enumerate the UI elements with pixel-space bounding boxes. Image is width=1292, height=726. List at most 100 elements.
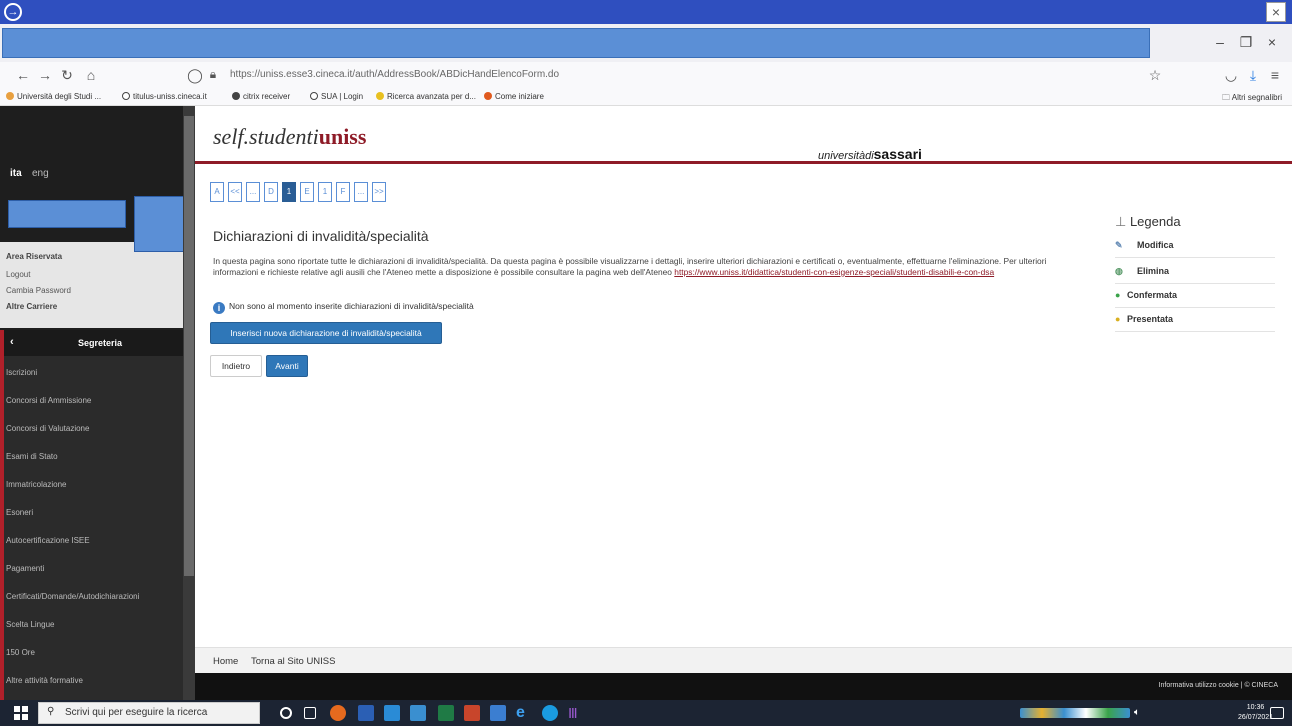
clock-time: 10:36 <box>1246 704 1265 711</box>
menu-section-header[interactable]: ‹ Segreteria <box>0 330 183 356</box>
page-link[interactable]: 1 <box>318 182 332 202</box>
yellow-dot-icon: ● <box>1115 314 1121 324</box>
ateneo-link[interactable]: https://www.uniss.it/didattica/studenti-… <box>674 267 994 277</box>
home-link[interactable]: Home <box>213 656 238 667</box>
edge-icon[interactable] <box>542 705 558 721</box>
uniss-site-link[interactable]: Torna al Sito UNISS <box>251 656 335 667</box>
back-button[interactable]: Indietro <box>210 355 262 377</box>
back-icon[interactable]: ← <box>14 67 32 83</box>
page-link[interactable]: >> <box>372 182 386 202</box>
explorer-icon[interactable] <box>410 705 426 721</box>
menu-item-certificati[interactable]: Certificati/Domande/Autodichiarazioni <box>6 592 176 601</box>
bookmark-item[interactable]: Università degli Studi ... <box>6 92 101 101</box>
forward-icon[interactable]: → <box>36 67 54 83</box>
menu-item-isee[interactable]: Autocertificazione ISEE <box>6 536 176 545</box>
page-link[interactable]: A <box>210 182 224 202</box>
cookie-link[interactable]: Informativa utilizzo cookie | © CINECA <box>1159 682 1278 689</box>
bookmark-item[interactable]: Ricerca avanzata per d... <box>376 92 476 101</box>
legend-item-modifica: ✎ Modifica <box>1115 234 1275 258</box>
info-text: Non sono al momento inserite dichiarazio… <box>229 301 474 311</box>
page-link[interactable]: << <box>228 182 242 202</box>
chevron-left-icon[interactable]: ‹ <box>10 336 14 348</box>
cortana-icon[interactable] <box>280 707 292 719</box>
tray-icons[interactable] <box>1020 708 1130 718</box>
menu-item-esami-stato[interactable]: Esami di Stato <box>6 452 176 461</box>
pocket-icon[interactable]: ◡ <box>1222 67 1240 84</box>
redacted-user-photo <box>134 196 184 252</box>
firefox-icon[interactable] <box>330 705 346 721</box>
notification-icon[interactable] <box>1270 707 1284 719</box>
menu-icon[interactable]: ≡ <box>1266 67 1284 83</box>
bookmark-icon <box>6 92 14 100</box>
lang-eng[interactable]: eng <box>32 168 49 179</box>
excel-icon[interactable] <box>438 705 454 721</box>
logout-link[interactable]: Logout <box>6 270 30 279</box>
next-button[interactable]: Avanti <box>266 355 308 377</box>
powerpoint-icon[interactable] <box>464 705 480 721</box>
bookmark-item[interactable]: SUA | Login <box>310 92 363 101</box>
menu-item-concorsi-ammissione[interactable]: Concorsi di Ammissione <box>6 396 176 405</box>
clock[interactable]: 10:36 26/07/2021 <box>1238 703 1273 723</box>
close-button[interactable]: × <box>1266 2 1286 22</box>
star-icon[interactable]: ☆ <box>1146 67 1164 84</box>
page-link[interactable]: E <box>300 182 314 202</box>
page-link[interactable]: D <box>264 182 278 202</box>
change-password-link[interactable]: Cambia Password <box>6 286 71 295</box>
legend-item-presentata: ● Presentata <box>1115 308 1275 332</box>
scrollbar-thumb[interactable] <box>184 116 194 576</box>
edge-legacy-icon[interactable]: e <box>516 705 532 721</box>
taskbar-search[interactable]: ⚲ Scrivi qui per eseguire la ricerca <box>38 702 260 724</box>
uni-prefix: universitàdi <box>818 150 874 162</box>
library-icon[interactable]: Ⅲ <box>568 705 584 721</box>
menu-item-esoneri[interactable]: Esoneri <box>6 508 176 517</box>
intro-text: In questa pagina sono riportate tutte le… <box>213 256 1093 278</box>
page-link[interactable]: F <box>336 182 350 202</box>
other-careers-link[interactable]: Altre Carriere <box>6 302 57 311</box>
menu-item-pagamenti[interactable]: Pagamenti <box>6 564 176 573</box>
store-icon[interactable] <box>490 705 506 721</box>
bookmark-item[interactable]: Come iniziare <box>484 92 544 101</box>
info-icon: i <box>213 302 225 314</box>
mail-icon[interactable] <box>384 705 400 721</box>
menu-item-altre-attivita[interactable]: Altre attività formative <box>6 676 176 685</box>
app-icon: → <box>4 3 22 21</box>
home-icon[interactable]: ⌂ <box>82 67 100 83</box>
other-bookmarks[interactable]: 🗀 Altri segnalibri <box>1222 92 1282 106</box>
sidebar-scrollbar[interactable] <box>183 106 195 700</box>
new-declaration-button[interactable]: Inserisci nuova dichiarazione di invalid… <box>210 322 442 344</box>
uni-name: sassari <box>873 146 922 162</box>
url-field[interactable]: https://uniss.esse3.cineca.it/auth/Addre… <box>230 69 559 80</box>
download-icon[interactable]: ⤓ <box>1244 67 1262 84</box>
close-icon[interactable]: × <box>1262 34 1282 50</box>
area-title: Area Riservata <box>6 252 63 261</box>
minimize-icon[interactable]: – <box>1210 34 1230 50</box>
shield-icon[interactable]: ◯ <box>186 67 204 84</box>
menu-item-iscrizioni[interactable]: Iscrizioni <box>6 368 176 377</box>
bookmark-item[interactable]: titulus-uniss.cineca.it <box>122 92 207 101</box>
legend-title: ⊥ Legenda <box>1115 214 1181 229</box>
lock-icon[interactable]: 🔒︎ <box>204 67 222 82</box>
restore-icon[interactable]: ❐ <box>1236 34 1256 51</box>
site-logo[interactable]: self.studentiuniss <box>213 124 366 150</box>
task-view-icon[interactable] <box>304 707 316 719</box>
bookmark-item[interactable]: citrix receiver <box>232 92 290 101</box>
menu-item-concorsi-valutazione[interactable]: Concorsi di Valutazione <box>6 424 176 433</box>
word-icon[interactable] <box>358 705 374 721</box>
reload-icon[interactable]: ↻ <box>58 67 76 84</box>
brand-suffix: uniss <box>318 124 367 149</box>
volume-icon[interactable]: 🔈︎ <box>1134 705 1150 721</box>
outer-titlebar: → × <box>0 0 1292 24</box>
page-link[interactable]: ... <box>246 182 260 202</box>
area-riservata-panel: Area Riservata Logout Cambia Password Al… <box>0 242 183 328</box>
page-link[interactable]: ... <box>354 182 368 202</box>
windows-start-icon[interactable] <box>14 706 28 720</box>
lang-ita[interactable]: ita <box>10 168 22 179</box>
citrix-icon <box>232 92 240 100</box>
globe-icon <box>310 92 318 100</box>
pin-icon: ⊥ <box>1115 214 1130 229</box>
menu-item-lingue[interactable]: Scelta Lingue <box>6 620 176 629</box>
footer-bottom: Informativa utilizzo cookie | © CINECA <box>195 673 1292 700</box>
page-link-active[interactable]: 1 <box>282 182 296 202</box>
menu-item-immatricolazione[interactable]: Immatricolazione <box>6 480 176 489</box>
menu-item-150-ore[interactable]: 150 Ore <box>6 648 176 657</box>
